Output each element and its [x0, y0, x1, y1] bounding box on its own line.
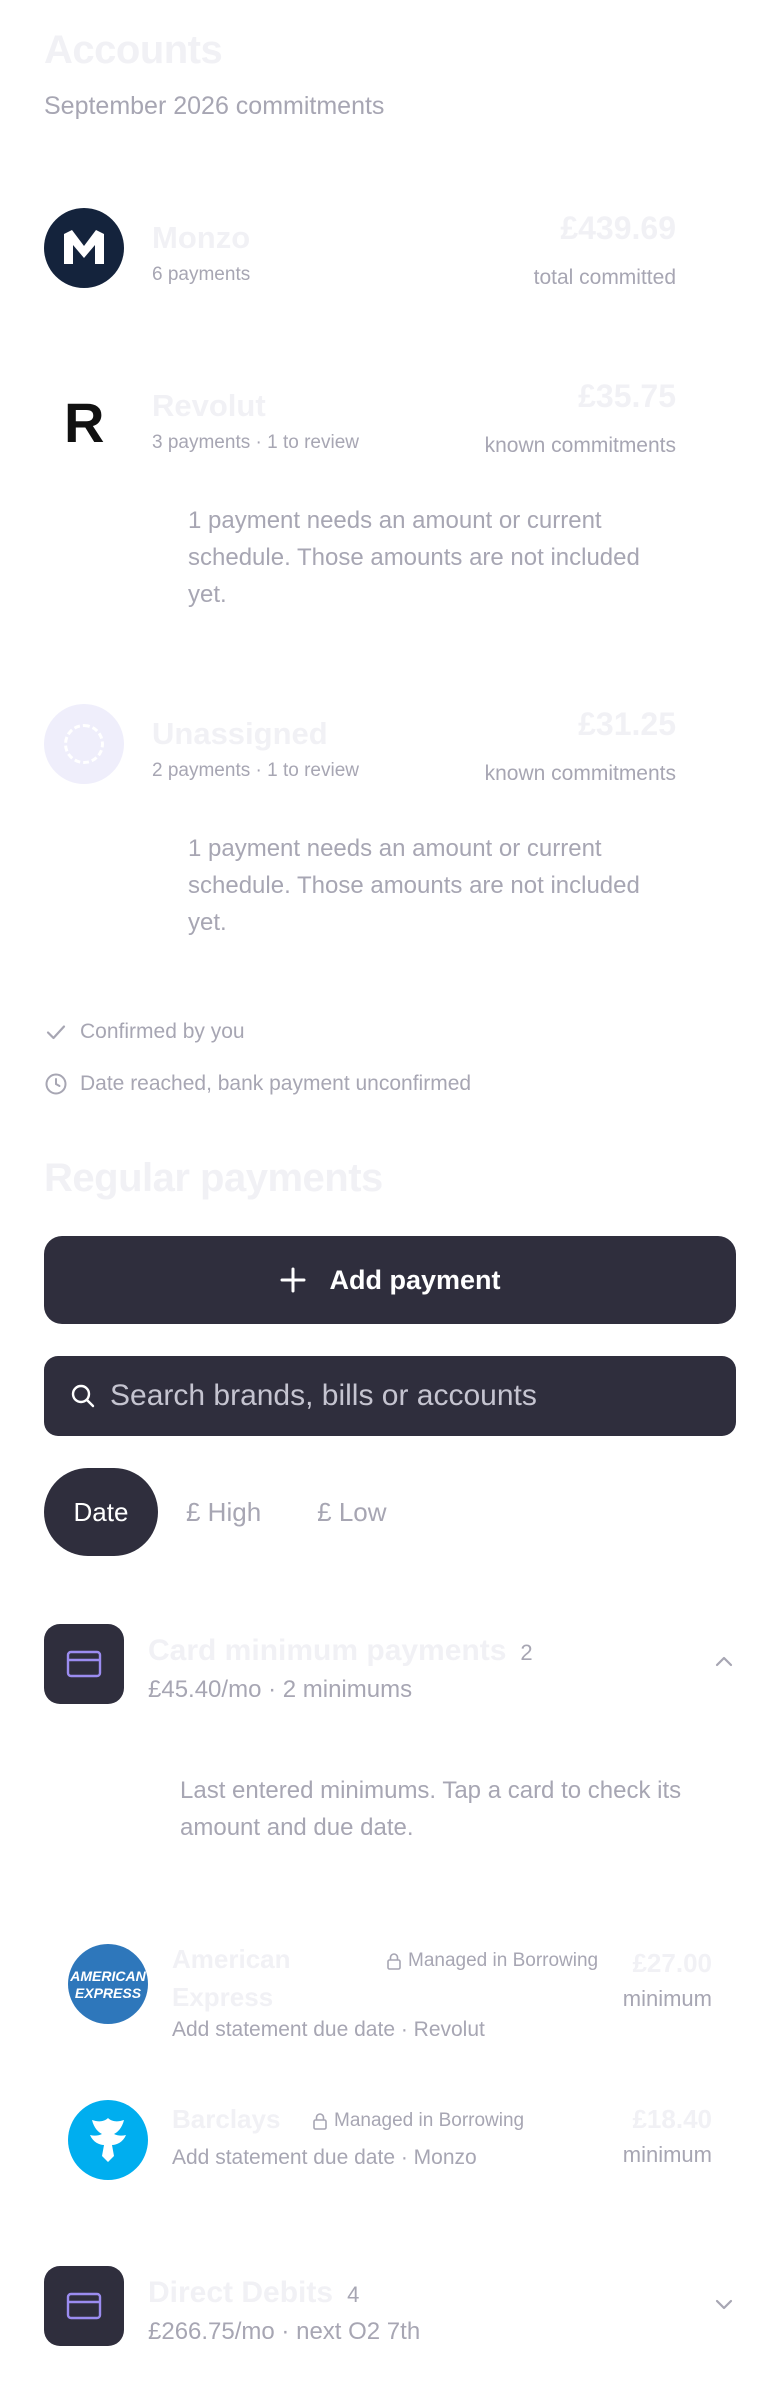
account-name: Unassigned — [152, 716, 328, 751]
card-item-american-express[interactable]: AMERICAN EXPRESS American Express Manage… — [68, 1944, 736, 2044]
card-amount: £18.40 — [632, 2104, 712, 2134]
account-amount: £31.25 — [578, 706, 676, 742]
card-group-icon-tile — [44, 1624, 124, 1704]
group-title: Card minimum payments 2 — [148, 1634, 533, 1668]
search-bar[interactable] — [44, 1356, 736, 1436]
account-review-note: 1 payment needs an amount or current sch… — [188, 835, 640, 936]
chevron-down-icon[interactable] — [712, 2292, 736, 2316]
check-icon — [46, 1025, 66, 1040]
sort-chip-high[interactable]: £ High — [158, 1468, 289, 1556]
amex-logo-top: AMERICAN — [70, 1968, 146, 1984]
search-icon — [71, 1384, 95, 1408]
direct-debit-group-icon-tile — [44, 2266, 124, 2346]
chevron-up-icon[interactable] — [712, 1650, 736, 1674]
credit-card-icon — [66, 2292, 102, 2320]
account-name: Monzo — [152, 220, 251, 255]
managed-in-borrowing-badge: Managed in Borrowing — [386, 1950, 598, 1972]
card-amount-label: minimum — [622, 1986, 712, 2011]
card-sub: Add statement due date · Revolut — [172, 2018, 485, 2041]
legend-confirmed: Confirmed by you — [44, 1020, 245, 1044]
account-amount-label: known commitments — [484, 434, 676, 457]
page-subtitle: September 2026 commitments — [44, 92, 385, 120]
account-amount-label: known commitments — [484, 762, 676, 785]
group-card-minimum-payments[interactable]: Card minimum payments 2 £45.40/mo · 2 min… — [44, 1624, 736, 1708]
managed-label: Managed in Borrowing — [408, 1950, 599, 1971]
group-title: Direct Debits 4 — [148, 2276, 359, 2310]
account-meta: 3 payments · 1 to review — [152, 432, 359, 453]
card-amount: £27.00 — [632, 1948, 712, 1978]
monzo-logo-icon — [64, 230, 104, 264]
amex-logo: AMERICAN EXPRESS — [68, 1944, 148, 2024]
credit-card-icon — [66, 1650, 102, 1678]
legend-confirmed-label: Confirmed by you — [80, 1020, 245, 1043]
account-row-revolut[interactable]: R Revolut 3 payments · 1 to review £35.7… — [44, 376, 676, 466]
search-input[interactable] — [110, 1379, 736, 1413]
account-review-note: 1 payment needs an amount or current sch… — [188, 507, 640, 608]
add-payment-label: Add payment — [329, 1264, 501, 1295]
revolut-logo: R — [44, 376, 124, 456]
account-amount-label: total committed — [533, 266, 676, 289]
card-name-line1: Barclays — [172, 2104, 281, 2134]
managed-label: Managed in Borrowing — [334, 2110, 525, 2131]
account-meta: 2 payments · 1 to review — [152, 760, 359, 781]
group-note: Last entered minimums. Tap a card to che… — [180, 1777, 682, 1841]
group-subtitle: £266.75/mo · next O2 7th — [148, 2318, 421, 2345]
amex-logo-bottom: EXPRESS — [74, 1985, 142, 2001]
group-count: 4 — [347, 2282, 360, 2307]
account-amount: £35.75 — [578, 378, 676, 414]
account-row-unassigned[interactable]: Unassigned 2 payments · 1 to review £31.… — [44, 704, 676, 794]
sort-chip-date[interactable]: Date — [44, 1468, 158, 1556]
group-title-text: Card minimum payments — [148, 1634, 507, 1667]
monzo-logo — [44, 208, 124, 288]
unassigned-logo — [44, 704, 124, 784]
account-row-monzo[interactable]: Monzo 6 payments £439.69 total committed — [44, 208, 676, 298]
clock-icon — [45, 1073, 67, 1095]
legend-unconfirmed-label: Date reached, bank payment unconfirmed — [80, 1072, 472, 1095]
section-title-regular-payments: Regular payments — [44, 1156, 383, 1200]
card-sub: Add statement due date · Monzo — [172, 2146, 477, 2169]
barclays-eagle-icon — [90, 2118, 126, 2162]
group-title-text: Direct Debits — [148, 2276, 334, 2309]
managed-in-borrowing-badge: Managed in Borrowing — [312, 2110, 524, 2132]
card-name-line1: American — [172, 1944, 291, 1974]
card-item-barclays[interactable]: Barclays Managed in Borrowing Add statem… — [68, 2100, 736, 2200]
plus-icon — [280, 1267, 306, 1293]
lock-icon — [387, 1953, 401, 1970]
page-title: Accounts — [44, 28, 223, 72]
barclays-logo — [68, 2100, 148, 2180]
card-amount-label: minimum — [622, 2142, 712, 2167]
card-name-line2: Express — [172, 1982, 274, 2012]
group-subtitle: £45.40/mo · 2 minimums — [148, 1676, 413, 1703]
sort-chip-low[interactable]: £ Low — [289, 1468, 414, 1556]
add-payment-button[interactable]: Add payment — [44, 1236, 736, 1324]
revolut-logo-letter: R — [64, 391, 105, 454]
legend-unconfirmed: Date reached, bank payment unconfirmed — [44, 1072, 471, 1096]
sort-chips: Date £ High £ Low — [44, 1468, 415, 1556]
group-direct-debits[interactable]: Direct Debits 4 £266.75/mo · next O2 7th — [44, 2266, 736, 2350]
account-name: Revolut — [152, 388, 266, 423]
account-amount: £439.69 — [560, 210, 676, 246]
group-count: 2 — [520, 1640, 533, 1665]
account-meta: 6 payments — [152, 264, 251, 285]
lock-icon — [313, 2113, 327, 2130]
